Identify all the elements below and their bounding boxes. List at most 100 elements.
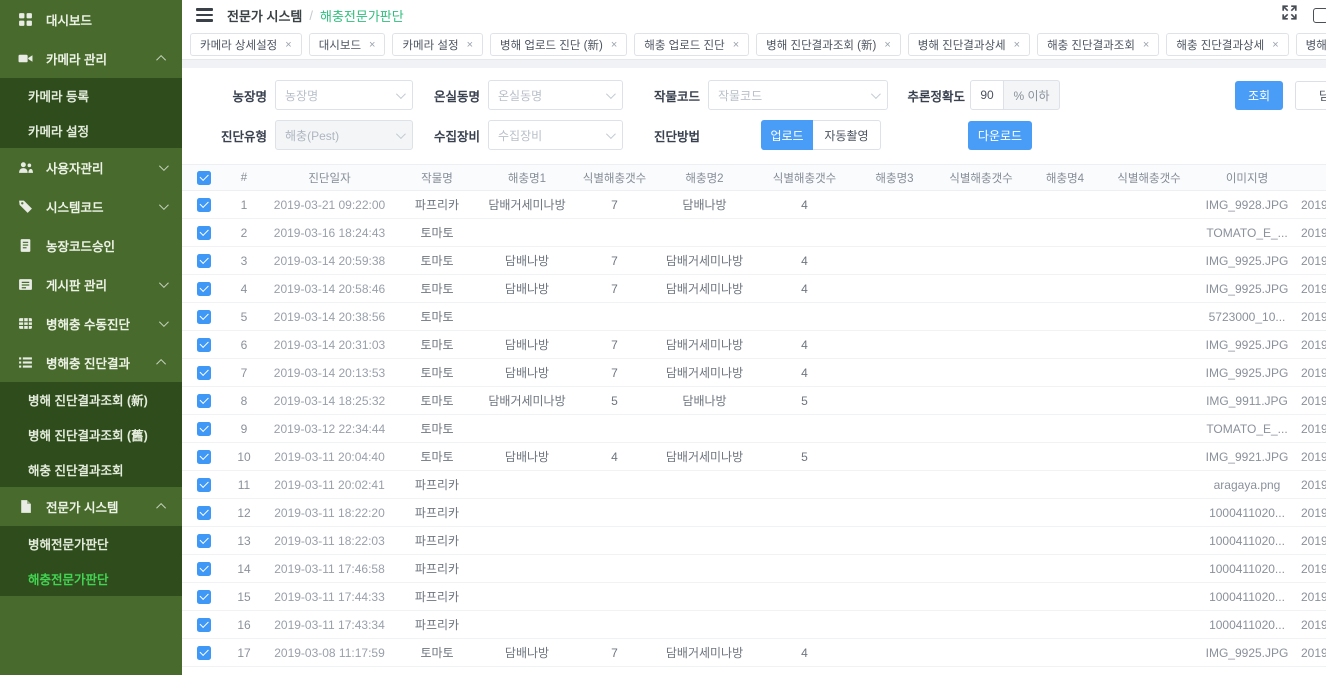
table-cell <box>1025 611 1105 639</box>
row-checkbox[interactable] <box>197 618 211 632</box>
table-cell <box>852 415 937 443</box>
crop-code-select[interactable]: 작물코드 <box>708 80 888 110</box>
tab-disease-expert-judgment[interactable]: 병해전문가판단× <box>1296 33 1326 56</box>
tab-close-icon[interactable]: × <box>733 39 739 51</box>
tab-pest-diagnosis-results[interactable]: 해충 진단결과조회× <box>1037 33 1159 56</box>
tab-close-icon[interactable]: × <box>1014 39 1020 51</box>
tab-disease-diagnosis-detail[interactable]: 병해 진단결과상세× <box>908 33 1030 56</box>
sidebar-item-disease-results-old[interactable]: 병해 진단결과조회 (舊) <box>0 417 182 452</box>
sidebar-item-camera-register[interactable]: 카메라 등록 <box>0 78 182 113</box>
auto-capture-toggle-button[interactable]: 자동촬영 <box>813 120 881 150</box>
sidebar-item-dashboard[interactable]: 대시보드 <box>0 0 182 39</box>
tab-pest-upload-diagnosis[interactable]: 해충 업로드 진단× <box>634 33 749 56</box>
row-checkbox[interactable] <box>197 506 211 520</box>
row-checkbox[interactable] <box>197 198 211 212</box>
chevron-down-icon <box>159 161 169 171</box>
table-row: 52019-03-14 20:38:56토마토5723000_10...2019 <box>182 303 1326 331</box>
row-checkbox[interactable] <box>197 338 211 352</box>
row-checkbox[interactable] <box>197 254 211 268</box>
sidebar-item-expert-system[interactable]: 전문가 시스템 <box>0 487 182 526</box>
device-select[interactable]: 수집장비 <box>488 120 623 150</box>
sidebar-item-camera-management[interactable]: 카메라 관리 <box>0 39 182 78</box>
column-header: 진단일자 <box>262 165 397 191</box>
tab-close-icon[interactable]: × <box>884 39 890 51</box>
table-cell <box>652 611 757 639</box>
search-button[interactable]: 조회 <box>1235 81 1283 110</box>
table-cell: 2019-03-11 18:22:03 <box>262 527 397 555</box>
table-cell: 2019-03-11 20:02:41 <box>262 471 397 499</box>
row-checkbox[interactable] <box>197 562 211 576</box>
content-panel: 농장명 농장명 온실동명 온실동명 작물코드 작물코드 추 <box>182 68 1326 675</box>
sidebar-item-pest-diagnosis-results[interactable]: 병해충 진단결과 <box>0 343 182 382</box>
row-checkbox[interactable] <box>197 646 211 660</box>
table-cell: 1000411020... <box>1193 611 1301 639</box>
grid-icon <box>17 316 33 332</box>
row-checkbox[interactable] <box>197 282 211 296</box>
table-cell <box>937 219 1025 247</box>
tab-close-icon[interactable]: × <box>369 39 375 51</box>
sidebar-item-disease-expert-judgment[interactable]: 병해전문가판단 <box>0 526 182 561</box>
tab-pest-diagnosis-detail[interactable]: 해충 진단결과상세× <box>1166 33 1288 56</box>
table-cell <box>577 471 652 499</box>
tab-close-icon[interactable]: × <box>1272 39 1278 51</box>
table-cell <box>577 415 652 443</box>
sidebar-item-disease-results-new[interactable]: 병해 진단결과조회 (新) <box>0 382 182 417</box>
column-header: 식별해충갯수 <box>577 165 652 191</box>
tab-close-icon[interactable]: × <box>285 39 291 51</box>
fullscreen-icon[interactable] <box>1282 5 1297 25</box>
table-cell <box>852 527 937 555</box>
table-cell: 7 <box>577 639 652 667</box>
tab-close-icon[interactable]: × <box>1143 39 1149 51</box>
table-cell: 파프리카 <box>397 555 477 583</box>
sidebar-item-pest-manual-diagnosis[interactable]: 병해충 수동진단 <box>0 304 182 343</box>
row-checkbox[interactable] <box>197 478 211 492</box>
row-checkbox[interactable] <box>197 450 211 464</box>
row-checkbox[interactable] <box>197 394 211 408</box>
table-cell <box>1105 555 1193 583</box>
table-cell <box>1105 527 1193 555</box>
row-checkbox[interactable] <box>197 366 211 380</box>
tab-close-icon[interactable]: × <box>611 39 617 51</box>
row-checkbox[interactable] <box>197 226 211 240</box>
farm-name-placeholder: 농장명 <box>285 87 389 104</box>
sidebar-submenu-pest-diagnosis-results: 병해 진단결과조회 (新)병해 진단결과조회 (舊)해충 진단결과조회 <box>0 382 182 487</box>
table-cell <box>1105 275 1193 303</box>
download-button[interactable]: 다운로드 <box>968 121 1032 150</box>
tab-disease-diagnosis-results-new[interactable]: 병해 진단결과조회 (新)× <box>756 33 901 56</box>
row-checkbox[interactable] <box>197 422 211 436</box>
table-cell: 2019 <box>1301 359 1326 387</box>
column-header: 식별해충갯수 <box>757 165 852 191</box>
tab-camera-settings[interactable]: 카메라 설정× <box>392 33 483 56</box>
table-cell <box>652 555 757 583</box>
upload-toggle-button[interactable]: 업로드 <box>761 120 813 150</box>
menu-toggle-icon[interactable] <box>196 8 213 22</box>
tab-disease-upload-diagnosis-new[interactable]: 병해 업로드 진단 (新)× <box>490 33 627 56</box>
sidebar-item-user-management[interactable]: 사용자관리 <box>0 148 182 187</box>
greenhouse-select[interactable]: 온실동명 <box>488 80 623 110</box>
sidebar-item-system-code[interactable]: 시스템코드 <box>0 187 182 226</box>
sidebar-item-farm-code-approval[interactable]: 농장코드승인 <box>0 226 182 265</box>
clipped-topbar-icon[interactable] <box>1313 8 1326 23</box>
row-checkbox[interactable] <box>197 590 211 604</box>
table-cell <box>1105 639 1193 667</box>
column-header <box>1301 165 1326 191</box>
row-checkbox[interactable] <box>197 310 211 324</box>
close-button[interactable]: 닫기 <box>1295 81 1326 110</box>
table-row: 112019-03-11 20:02:41파프리카aragaya.png2019 <box>182 471 1326 499</box>
table-cell <box>937 611 1025 639</box>
sidebar-item-camera-settings[interactable]: 카메라 설정 <box>0 113 182 148</box>
farm-name-select[interactable]: 농장명 <box>275 80 413 110</box>
tab-camera-detail-settings[interactable]: 카메라 상세설정× <box>190 33 302 56</box>
accuracy-input[interactable] <box>970 80 1003 110</box>
column-header: # <box>226 165 262 191</box>
tab-close-icon[interactable]: × <box>467 39 473 51</box>
table-cell: 토마토 <box>397 639 477 667</box>
select-all-checkbox[interactable] <box>197 171 211 185</box>
sidebar-item-board-management[interactable]: 게시판 관리 <box>0 265 182 304</box>
sidebar-item-pest-expert-judgment[interactable]: 해충전문가판단 <box>0 561 182 596</box>
row-checkbox[interactable] <box>197 534 211 548</box>
sidebar-item-pest-results[interactable]: 해충 진단결과조회 <box>0 452 182 487</box>
table-cell <box>937 303 1025 331</box>
table-cell: 4 <box>757 639 852 667</box>
tab-dashboard[interactable]: 대시보드× <box>309 33 386 56</box>
